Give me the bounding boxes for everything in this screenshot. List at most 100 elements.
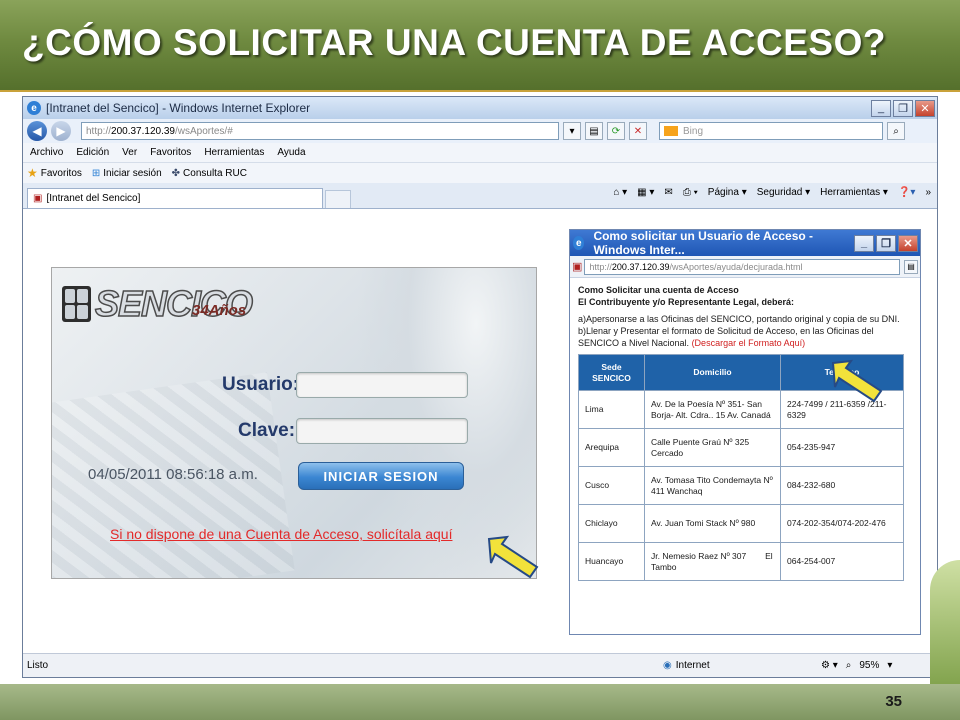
popup-heading-1: Como Solicitar una cuenta de Acceso [578, 285, 739, 295]
chevron-more-icon[interactable]: » [925, 187, 931, 198]
popup-titlebar: e Como solicitar un Usuario de Acceso - … [570, 230, 920, 257]
usuario-label: Usuario: [222, 374, 300, 395]
status-text: Listo [27, 660, 49, 671]
popup-maximize-button[interactable]: ❐ [876, 234, 896, 252]
mail-icon[interactable]: ✉ [664, 187, 672, 198]
popup-address-path: /wsAportes/ayuda/decjurada.html [669, 261, 803, 272]
sede-cell: Chiclayo [578, 504, 645, 543]
address-path: /wsAportes/# [174, 125, 233, 137]
zone-label: Internet [675, 660, 710, 671]
popup-body: Como Solicitar una cuenta de Acceso El C… [570, 278, 920, 581]
menu-edicion[interactable]: Edición [76, 147, 109, 158]
security-zone[interactable]: ◉ Internet [663, 660, 710, 671]
refresh-icon[interactable]: ⟳ [607, 122, 625, 140]
favorite-consulta-ruc-label: Consulta RUC [183, 167, 247, 179]
protected-mode-icon: ⚙ ▾ [821, 660, 838, 671]
sencico-logo-icon [62, 286, 91, 322]
back-button[interactable]: ◀ [27, 121, 47, 141]
tab-intranet[interactable]: ▣ [Intranet del Sencico] [27, 188, 323, 208]
sencico-favicon-icon: ▣ [33, 193, 43, 204]
popup-minimize-button[interactable]: _ [854, 234, 874, 252]
yellow-arrow-download [831, 359, 883, 403]
close-button[interactable]: ✕ [915, 99, 935, 117]
maximize-button[interactable]: ❐ [893, 99, 913, 117]
menu-ayuda[interactable]: Ayuda [277, 147, 305, 158]
login-panel: SENCICO 34Años Usuario: Clave: 04/05/201… [51, 267, 537, 579]
telefono-cell: 054-235-947 [780, 428, 904, 467]
window-title: [Intranet del Sencico] - Windows Interne… [46, 101, 311, 115]
forward-button[interactable]: ▶ [51, 121, 71, 141]
favorites-bar: ★ Favoritos ⊞ Iniciar sesión ✤ Consulta RUC [23, 163, 937, 183]
sede-cell: Arequipa [578, 428, 645, 467]
menu-herramientas[interactable]: Herramientas [204, 147, 264, 158]
page-content: SENCICO 34Años Usuario: Clave: 04/05/201… [23, 211, 937, 653]
address-dropdown-button[interactable]: ▾ [563, 122, 581, 140]
home-icon[interactable]: ⌂ ▾ [613, 187, 627, 198]
clave-input[interactable] [296, 418, 468, 444]
login-timestamp: 04/05/2011 08:56:18 a.m. [88, 466, 258, 483]
search-placeholder: Bing [683, 125, 704, 137]
slide-title: ¿CÓMO SOLICITAR UNA CUENTA DE ACCESO? [22, 22, 886, 63]
browser-titlebar: e [Intranet del Sencico] - Windows Inter… [23, 97, 937, 119]
telefono-cell: 064-254-007 [780, 542, 904, 581]
help-icon[interactable]: ❓▾ [898, 187, 915, 198]
menu-archivo[interactable]: Archivo [30, 147, 63, 158]
domicilio-cell: Jr. Nemesio Raez Nº 307 El Tambo [644, 542, 781, 581]
tab-label: [Intranet del Sencico] [46, 193, 141, 204]
address-bar[interactable]: http://200.37.120.39/wsAportes/# [81, 122, 559, 140]
zoom-icon: ⌕ [845, 660, 852, 671]
popup-ie-icon: e [573, 236, 585, 250]
table-row: Arequipa Calle Puente Graú Nº 325 Cercad… [578, 428, 904, 467]
command-bar: ⌂ ▾ ▦ ▾ ✉ ⎙ ▾ Página ▾ Seguridad ▾ Herra… [613, 187, 931, 198]
sede-cell: Lima [578, 390, 645, 429]
popup-step-a: a)Apersonarse a las Oficinas del SENCICO… [578, 314, 900, 324]
popup-address-bar[interactable]: http://200.37.120.39/wsAportes/ayuda/dec… [584, 258, 901, 275]
page-number: 35 [885, 693, 902, 710]
decorative-swoosh [930, 560, 960, 690]
telefono-cell: 074-202-354/074-202-476 [780, 504, 904, 543]
print-icon[interactable]: ⎙ ▾ [683, 187, 698, 198]
favorite-iniciar-sesion-label: Iniciar sesión [103, 167, 162, 179]
domicilio-cell: Av. Tomasa Tito Condemayta Nº 411 Wancha… [644, 466, 781, 505]
zoom-dropdown-icon: ▾ [887, 660, 893, 671]
usuario-input[interactable] [296, 372, 468, 398]
tools-menu[interactable]: Herramientas ▾ [820, 187, 888, 198]
status-bar: Listo ◉ Internet ⚙ ▾ ⌕ 95% ▾ [23, 653, 937, 677]
browser-window: e [Intranet del Sencico] - Windows Inter… [22, 96, 938, 678]
favorite-iniciar-sesion[interactable]: ⊞ Iniciar sesión [92, 168, 162, 179]
stop-icon[interactable]: ✕ [629, 122, 647, 140]
favorites-button[interactable]: ★ Favoritos [27, 166, 82, 180]
address-host: 200.37.120.39 [111, 125, 175, 137]
minimize-button[interactable]: _ [871, 99, 891, 117]
slide-title-bar: ¿CÓMO SOLICITAR UNA CUENTA DE ACCESO? [0, 0, 960, 92]
table-row: Chiclayo Av. Juan Tomi Stack Nº 980 074-… [578, 504, 904, 543]
sede-cell: Huancayo [578, 542, 645, 581]
address-row: ◀ ▶ http://200.37.120.39/wsAportes/# ▾ ▤… [23, 119, 937, 143]
zoom-control[interactable]: ⚙ ▾ ⌕ 95% ▾ [821, 660, 892, 671]
windows-icon: ⊞ [91, 167, 101, 179]
menu-bar: Archivo Edición Ver Favoritos Herramient… [23, 143, 937, 163]
popup-compat-icon[interactable]: ▤ [904, 259, 918, 274]
iniciar-sesion-button[interactable]: INICIAR SESION [298, 462, 464, 490]
compat-view-icon[interactable]: ▤ [585, 122, 603, 140]
sede-cell: Cusco [578, 466, 645, 505]
popup-close-button[interactable]: ✕ [898, 234, 918, 252]
domicilio-cell: Av. De la Poesía Nº 351- San Borja- Alt.… [644, 390, 781, 429]
popup-step-b-wrapper: b)Llenar y Presentar el formato de Solic… [578, 325, 914, 349]
search-input[interactable]: Bing [659, 122, 883, 140]
signup-link[interactable]: Si no dispone de una Cuenta de Acceso, s… [110, 526, 452, 542]
new-tab-button[interactable] [325, 190, 351, 208]
bing-icon [664, 126, 678, 136]
favorite-consulta-ruc[interactable]: ✤ Consulta RUC [172, 168, 247, 179]
page-menu[interactable]: Página ▾ [708, 187, 747, 198]
slide-footer: 35 [0, 684, 960, 720]
favorites-label: Favoritos [40, 167, 82, 179]
star-icon: ★ [27, 166, 38, 180]
search-icon[interactable]: ⌕ [887, 122, 905, 140]
menu-favoritos[interactable]: Favoritos [150, 147, 191, 158]
popup-address-row: ▣ http://200.37.120.39/wsAportes/ayuda/d… [570, 256, 920, 278]
security-menu[interactable]: Seguridad ▾ [757, 187, 810, 198]
menu-ver[interactable]: Ver [122, 147, 137, 158]
download-format-link[interactable]: (Descargar el Formato Aquí) [692, 338, 806, 348]
feeds-icon[interactable]: ▦ ▾ [637, 187, 654, 198]
